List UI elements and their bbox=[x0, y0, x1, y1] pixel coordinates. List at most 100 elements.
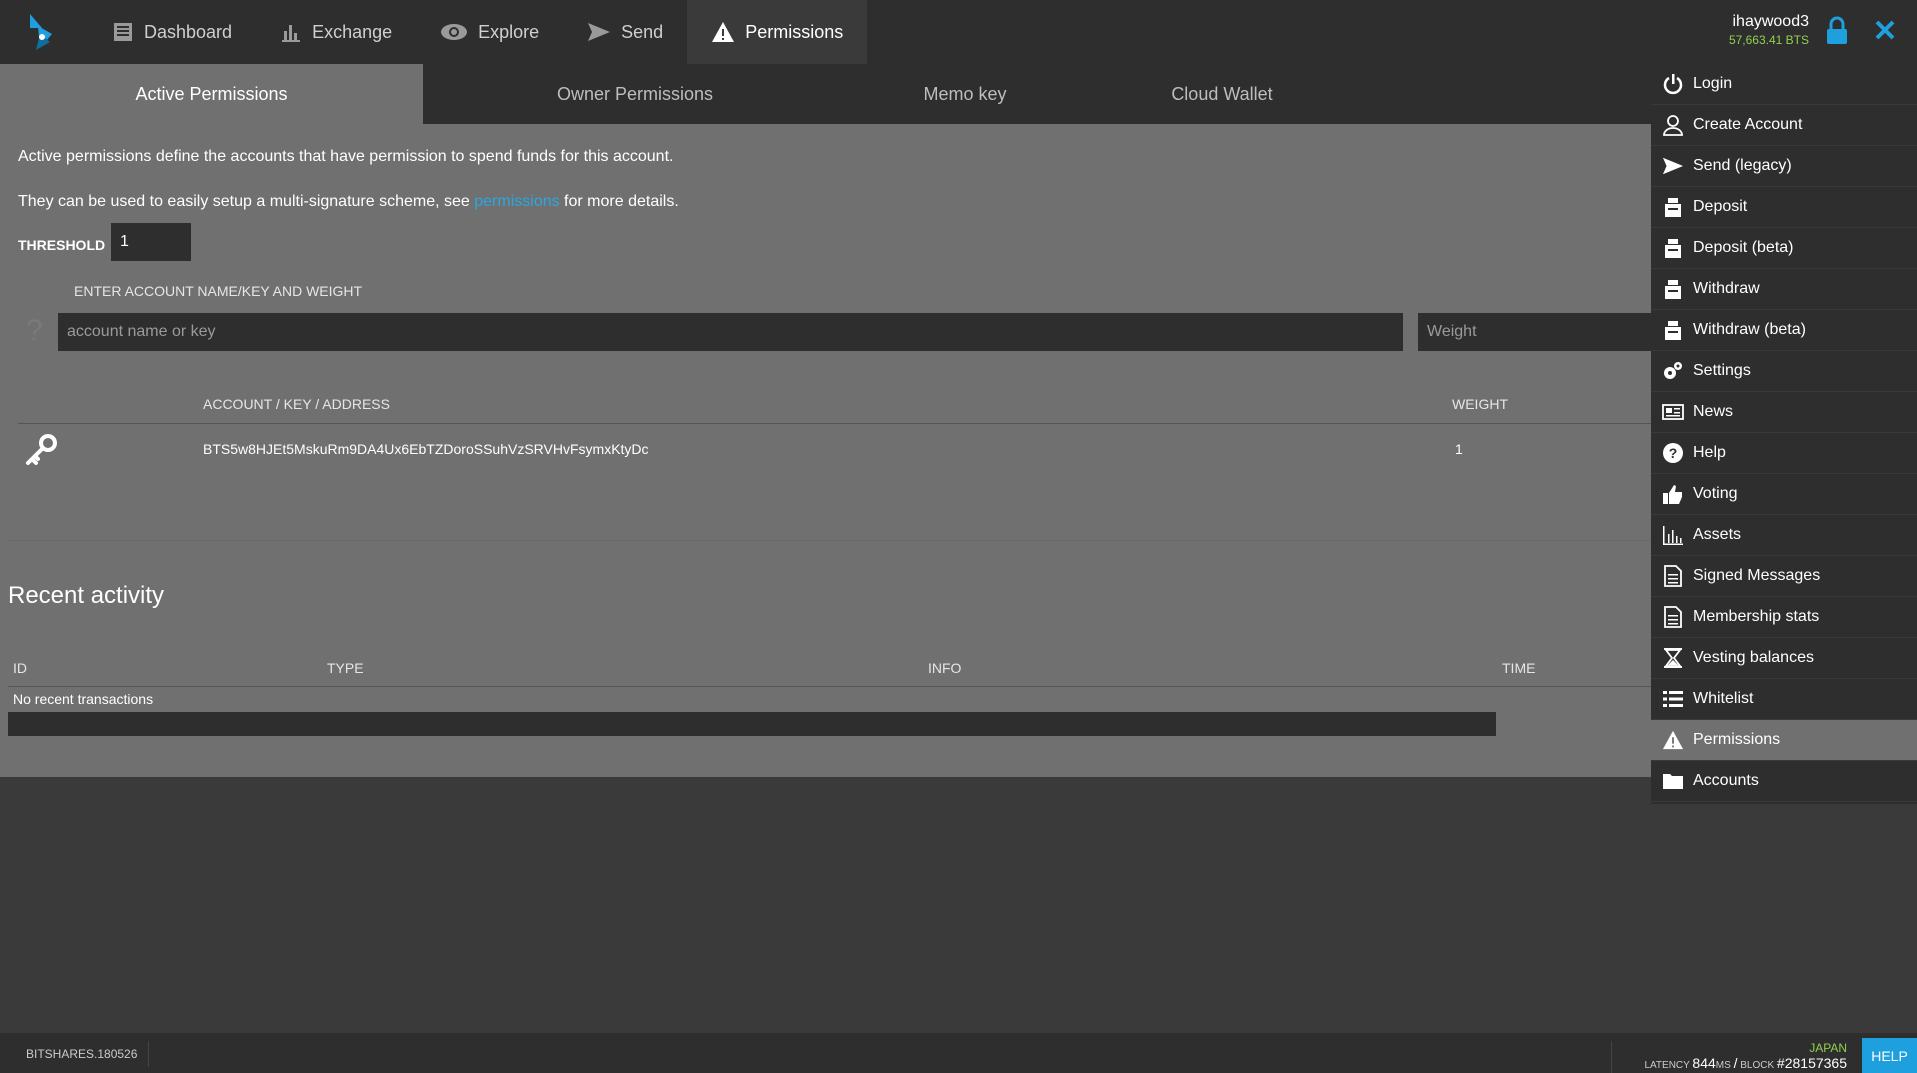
menu-item-label: Withdraw bbox=[1693, 280, 1760, 297]
tab-active-permissions[interactable]: Active Permissions bbox=[0, 64, 423, 124]
chart-icon bbox=[282, 25, 301, 42]
latency-label: LATENCY bbox=[1644, 1060, 1690, 1071]
chart-icon bbox=[1661, 523, 1685, 547]
latency-block-info[interactable]: LATENCY 844MS / BLOCK #28157365 bbox=[1644, 1055, 1847, 1071]
menu-item-label: Vesting balances bbox=[1693, 649, 1814, 666]
tab-owner-permissions[interactable]: Owner Permissions bbox=[423, 64, 847, 124]
gear-icon bbox=[1661, 359, 1685, 383]
type-header[interactable]: TYPE bbox=[327, 660, 364, 676]
menu-item-settings[interactable]: Settings bbox=[1651, 351, 1917, 392]
warning-icon bbox=[1661, 728, 1685, 752]
tab-cloud-wallet[interactable]: Cloud Wallet bbox=[1083, 64, 1361, 124]
permissions-panel: Active Permissions Owner Permissions Mem… bbox=[0, 64, 1652, 777]
weight-input[interactable] bbox=[1418, 313, 1652, 351]
menu-item-permissions[interactable]: Permissions bbox=[1651, 720, 1917, 761]
menu-item-label: Signed Messages bbox=[1693, 567, 1821, 584]
version-label[interactable]: BITSHARES.180526 bbox=[26, 1047, 137, 1061]
menu-item-label: Send (legacy) bbox=[1693, 157, 1792, 174]
warning-icon bbox=[712, 22, 735, 42]
block-value: #28157365 bbox=[1776, 1055, 1847, 1071]
document-icon bbox=[1661, 605, 1685, 629]
top-bar: Dashboard Exchange Explore Send Permissi… bbox=[0, 0, 1917, 64]
nav-exchange[interactable]: Exchange bbox=[256, 0, 416, 64]
account-balance: 57,663.41 BTS bbox=[1728, 33, 1809, 47]
menu-item-label: Create Account bbox=[1693, 116, 1803, 133]
help-icon: ? bbox=[1661, 441, 1685, 465]
folder-icon bbox=[1661, 769, 1685, 793]
key-icon bbox=[26, 434, 57, 465]
menu-item-deposit-beta[interactable]: Deposit (beta) bbox=[1651, 228, 1917, 269]
menu-item-label: Settings bbox=[1693, 362, 1751, 379]
recent-activity-footer-bar bbox=[8, 712, 1496, 736]
footer-separator bbox=[148, 1041, 149, 1067]
tab-memo-key[interactable]: Memo key bbox=[847, 64, 1083, 124]
menu-item-news[interactable]: News bbox=[1651, 392, 1917, 433]
menu-item-withdraw-beta[interactable]: Withdraw (beta) bbox=[1651, 310, 1917, 351]
menu-item-login[interactable]: Login bbox=[1651, 64, 1917, 105]
nav-explore[interactable]: Explore bbox=[416, 0, 563, 64]
menu-item-create-account[interactable]: Create Account bbox=[1651, 105, 1917, 146]
bitshares-logo-icon[interactable] bbox=[22, 12, 60, 52]
menu-item-label: Whitelist bbox=[1693, 690, 1754, 707]
weight-header: WEIGHT bbox=[1452, 396, 1508, 412]
svg-text:?: ? bbox=[1669, 445, 1678, 461]
menu-item-membership-stats[interactable]: Membership stats bbox=[1651, 597, 1917, 638]
menu-item-label: Login bbox=[1693, 75, 1733, 92]
dashboard-icon bbox=[114, 23, 132, 41]
menu-item-help[interactable]: ? Help bbox=[1651, 433, 1917, 474]
menu-item-vesting-balances[interactable]: Vesting balances bbox=[1651, 638, 1917, 679]
nav-send[interactable]: Send bbox=[563, 0, 687, 64]
menu-item-withdraw[interactable]: Withdraw bbox=[1651, 269, 1917, 310]
permissions-tabs: Active Permissions Owner Permissions Mem… bbox=[0, 64, 1652, 124]
latency-unit: MS bbox=[1715, 1060, 1731, 1071]
menu-item-label: Help bbox=[1693, 444, 1726, 461]
menu-item-voting[interactable]: Voting bbox=[1651, 474, 1917, 515]
key-value: BTS5w8HJEt5MskuRm9DA4Ux6EbTZDoroSSuhVzSR… bbox=[203, 441, 649, 457]
account-dropdown[interactable]: ihaywood3 57,663.41 BTS bbox=[1729, 13, 1809, 47]
permissions-description: Active permissions define the accounts t… bbox=[18, 148, 674, 165]
menu-item-accounts[interactable]: Accounts bbox=[1651, 761, 1917, 802]
recent-activity-title: Recent activity bbox=[8, 582, 165, 609]
nav-dashboard-label: Dashboard bbox=[144, 21, 233, 42]
account-key-address-header: ACCOUNT / KEY / ADDRESS bbox=[203, 396, 390, 412]
nav-dashboard[interactable]: Dashboard bbox=[88, 0, 256, 64]
help-button[interactable]: HELP bbox=[1862, 1038, 1917, 1073]
thumbs-up-icon bbox=[1661, 482, 1685, 506]
threshold-input[interactable] bbox=[111, 223, 191, 261]
deposit-icon bbox=[1661, 236, 1685, 260]
nav-permissions[interactable]: Permissions bbox=[687, 0, 868, 64]
menu-item-label: Accounts bbox=[1693, 772, 1759, 789]
info-header[interactable]: INFO bbox=[928, 660, 961, 676]
time-header[interactable]: TIME bbox=[1502, 660, 1535, 676]
nav-send-label: Send bbox=[621, 21, 664, 42]
menu-item-deposit[interactable]: Deposit bbox=[1651, 187, 1917, 228]
menu-item-label: Deposit (beta) bbox=[1693, 239, 1794, 256]
menu-item-send-legacy[interactable]: Send (legacy) bbox=[1651, 146, 1917, 187]
menu-item-signed-messages[interactable]: Signed Messages bbox=[1651, 556, 1917, 597]
side-menu: Login Create Account Send (legacy) Depos… bbox=[1651, 64, 1917, 804]
menu-item-assets[interactable]: Assets bbox=[1651, 515, 1917, 556]
recent-table-divider bbox=[8, 686, 1652, 687]
menu-item-label: Withdraw (beta) bbox=[1693, 321, 1806, 338]
menu-item-label: Membership stats bbox=[1693, 608, 1820, 625]
node-location[interactable]: JAPAN bbox=[1809, 1041, 1847, 1055]
permissions-link[interactable]: permissions bbox=[474, 193, 559, 210]
menu-item-whitelist[interactable]: Whitelist bbox=[1651, 679, 1917, 720]
withdraw-icon bbox=[1661, 277, 1685, 301]
footer-separator bbox=[1611, 1041, 1612, 1073]
news-icon bbox=[1661, 400, 1685, 424]
id-header[interactable]: ID bbox=[13, 660, 27, 676]
menu-item-label: Permissions bbox=[1693, 731, 1781, 748]
eye-icon bbox=[441, 24, 468, 40]
list-icon bbox=[1661, 687, 1685, 711]
section-divider bbox=[8, 540, 1652, 541]
close-icon[interactable] bbox=[1873, 18, 1897, 42]
help-text-prefix: They can be used to easily setup a multi… bbox=[18, 193, 475, 210]
main-nav: Dashboard Exchange Explore Send Permissi… bbox=[88, 0, 868, 64]
lock-icon[interactable] bbox=[1825, 16, 1849, 46]
document-icon bbox=[1661, 564, 1685, 588]
block-label: BLOCK bbox=[1740, 1060, 1775, 1071]
account-name-input[interactable] bbox=[58, 313, 1403, 351]
nav-permissions-label: Permissions bbox=[745, 21, 844, 42]
menu-item-label: Deposit bbox=[1693, 198, 1748, 215]
